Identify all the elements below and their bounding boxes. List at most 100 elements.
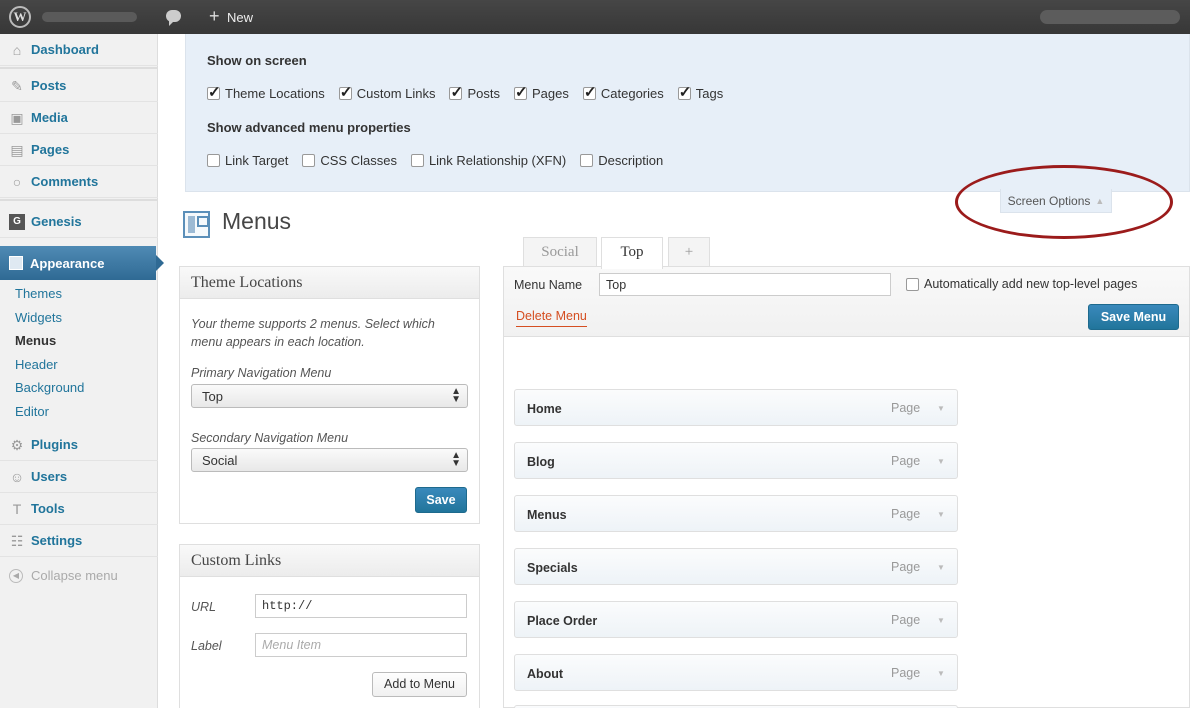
checkbox-tags[interactable]: Tags: [677, 83, 723, 101]
checkbox-label: CSS Classes: [320, 153, 397, 168]
sidebar-item-genesis[interactable]: G Genesis: [0, 206, 158, 238]
submenu-item-header[interactable]: Header: [0, 353, 158, 377]
genesis-icon: G: [9, 213, 25, 230]
menu-item-blog[interactable]: Blog Page ▼: [514, 442, 958, 479]
submenu-item-background[interactable]: Background: [0, 376, 158, 400]
sidebar-item-dashboard[interactable]: ⌂ Dashboard: [0, 34, 158, 66]
checkbox-box[interactable]: [449, 83, 463, 101]
collapse-label: Collapse menu: [31, 568, 118, 583]
delete-menu-link[interactable]: Delete Menu: [516, 309, 587, 327]
checkbox-box[interactable]: [338, 83, 352, 101]
plus-icon[interactable]: +: [209, 6, 220, 27]
checkbox-description[interactable]: Description: [580, 153, 663, 168]
submenu-item-menus[interactable]: Menus: [0, 329, 158, 353]
comments-icon[interactable]: [166, 10, 181, 26]
checkbox-link-relationship[interactable]: Link Relationship (XFN): [410, 153, 566, 168]
auto-add-pages-checkbox[interactable]: Automatically add new top-level pages: [906, 277, 1137, 291]
submenu-item-themes[interactable]: Themes: [0, 282, 158, 306]
new-button[interactable]: New: [227, 10, 253, 25]
primary-menu-select[interactable]: Top ▲ ▼: [191, 384, 468, 408]
menu-item-specials[interactable]: Specials Page ▼: [514, 548, 958, 585]
save-menu-button[interactable]: Save Menu: [1088, 304, 1179, 330]
tools-icon: T: [12, 500, 22, 517]
expand-arrow-icon[interactable]: ▼: [937, 616, 945, 625]
users-icon: ☺: [9, 468, 25, 485]
page-title: Menus: [222, 208, 292, 234]
checkbox-box[interactable]: [207, 154, 220, 167]
menu-item-title: Place Order: [527, 614, 598, 628]
expand-arrow-icon[interactable]: ▼: [937, 510, 945, 519]
checkbox-theme-locations[interactable]: Theme Locations: [207, 83, 325, 101]
checkbox-box[interactable]: [582, 83, 596, 101]
sidebar-item-tools[interactable]: T Tools: [0, 493, 158, 525]
checkbox-box[interactable]: [580, 154, 594, 167]
checkbox-posts[interactable]: Posts: [449, 83, 500, 101]
checkbox-box[interactable]: [514, 83, 528, 101]
checkbox-custom-links[interactable]: Custom Links: [338, 83, 436, 101]
wordpress-logo-icon[interactable]: W: [9, 6, 31, 28]
checkbox-box[interactable]: [207, 83, 221, 101]
sidebar-item-pages[interactable]: ▤ Pages: [0, 134, 158, 166]
expand-arrow-icon[interactable]: ▼: [937, 457, 945, 466]
tab-social[interactable]: Social: [523, 237, 597, 267]
url-label: URL: [191, 600, 217, 614]
menu-editor: Menu Name Top Automatically add new top-…: [503, 266, 1190, 708]
menu-name-label: Menu Name: [514, 278, 583, 292]
url-input[interactable]: http://: [255, 594, 467, 618]
checkbox-box[interactable]: [410, 154, 424, 167]
checkbox-link-target[interactable]: Link Target: [207, 153, 288, 168]
checkbox-label: Description: [598, 153, 664, 168]
checkbox-label: Pages: [532, 86, 569, 101]
sidebar-item-label: Appearance: [30, 255, 105, 271]
sidebar-item-settings[interactable]: ☷ Settings: [0, 525, 158, 557]
add-to-menu-button[interactable]: Add to Menu: [372, 672, 467, 697]
menu-item-about[interactable]: About Page ▼: [514, 654, 958, 691]
custom-links-title[interactable]: Custom Links: [180, 545, 479, 577]
checkbox-label: Theme Locations: [225, 86, 325, 101]
sidebar-item-users[interactable]: ☺ Users: [0, 461, 158, 493]
sidebar-item-appearance[interactable]: Appearance: [0, 246, 164, 280]
expand-arrow-icon[interactable]: ▼: [937, 404, 945, 413]
checkbox-categories[interactable]: Categories: [582, 83, 664, 101]
menu-item-place-order[interactable]: Place Order Page ▼: [514, 601, 958, 638]
menu-name-input[interactable]: Top: [599, 273, 891, 296]
sidebar-item-posts[interactable]: ✎ Posts: [0, 70, 158, 102]
sidebar-item-plugins[interactable]: ⚙ Plugins: [0, 429, 158, 461]
save-locations-button[interactable]: Save: [415, 487, 467, 513]
appearance-submenu: Themes Widgets Menus Header Background E…: [0, 282, 158, 423]
secondary-menu-select[interactable]: Social ▲ ▼: [191, 448, 468, 472]
sidebar-item-media[interactable]: ▣ Media: [0, 102, 158, 134]
expand-arrow-icon[interactable]: ▼: [937, 669, 945, 678]
menu-item-menus[interactable]: Menus Page ▼: [514, 495, 958, 532]
checkbox-box[interactable]: [677, 83, 691, 101]
label-input[interactable]: Menu Item: [255, 633, 467, 657]
custom-links-panel: Custom Links URL http:// Label Menu Item…: [179, 544, 480, 708]
checkbox-box[interactable]: [302, 154, 316, 167]
menu-item-home[interactable]: Home Page ▼: [514, 389, 958, 426]
checkbox-pages[interactable]: Pages: [514, 83, 569, 101]
sidebar-item-comments[interactable]: ○ Comments: [0, 166, 158, 198]
separator: [0, 67, 158, 69]
checkbox-css-classes[interactable]: CSS Classes: [302, 153, 397, 168]
submenu-item-widgets[interactable]: Widgets: [0, 306, 158, 330]
checkbox-label: Custom Links: [356, 86, 436, 101]
menu-editor-header: Menu Name Top Automatically add new top-…: [504, 267, 1189, 337]
tab-add-menu[interactable]: +: [668, 237, 710, 267]
account-blurred[interactable]: [1040, 10, 1180, 24]
menu-item-title: Blog: [527, 455, 555, 469]
tab-top[interactable]: Top: [601, 237, 663, 269]
menu-item-type: Page: [891, 401, 921, 415]
expand-arrow-icon[interactable]: ▼: [937, 563, 945, 572]
select-arrows-icon: ▲ ▼: [451, 386, 461, 405]
submenu-item-editor[interactable]: Editor: [0, 400, 158, 424]
menus-page-icon: [183, 211, 210, 238]
site-name-blurred[interactable]: [42, 12, 137, 22]
menu-item-type: Page: [891, 613, 921, 627]
highlight-circle-annotation: [955, 165, 1173, 239]
theme-locations-title[interactable]: Theme Locations: [180, 267, 479, 299]
checkbox-box[interactable]: [906, 277, 919, 291]
separator: [0, 199, 158, 201]
menu-item-title: About: [527, 667, 564, 681]
collapse-menu-button[interactable]: ◀ Collapse menu: [9, 568, 118, 583]
menu-item-type: Page: [891, 454, 921, 468]
